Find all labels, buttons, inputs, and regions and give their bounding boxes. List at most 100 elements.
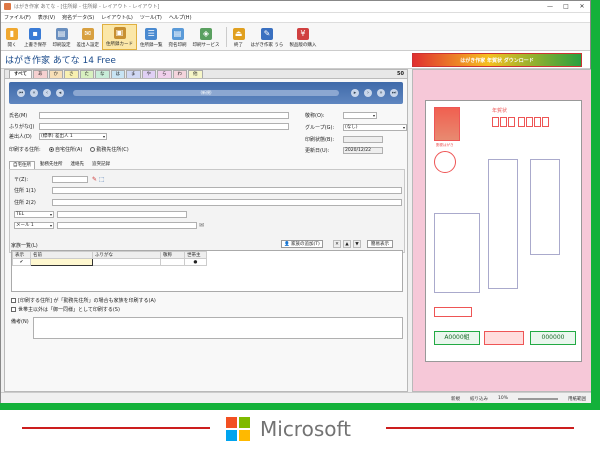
print-settings-button[interactable]: ▤ 印刷設定	[50, 24, 74, 50]
address-print-button[interactable]: ▤ 宛名印刷	[166, 24, 190, 50]
index-tab-all[interactable]: すべて	[9, 70, 33, 78]
furigana-field[interactable]	[39, 123, 289, 130]
index-tab-other[interactable]: 他	[188, 70, 203, 78]
simple-view-button[interactable]: 簡易表示	[367, 240, 393, 248]
honorific-select[interactable]	[343, 112, 377, 119]
hagaki-ura-button[interactable]: ✎ はがき作家 うら	[248, 24, 287, 50]
nav-last-icon[interactable]: ⏭	[390, 89, 398, 97]
tab-home-address[interactable]: 自宅住所	[9, 161, 35, 169]
address1-label: 住所 1(1)	[14, 188, 36, 194]
col-show: 表示	[12, 251, 31, 259]
address2-field[interactable]	[52, 199, 402, 206]
index-tab-ha[interactable]: は	[110, 70, 126, 78]
menu-view[interactable]: 表示(V)	[38, 14, 55, 21]
move-up-icon[interactable]: ▲	[343, 240, 351, 248]
home-address-radio[interactable]	[49, 147, 54, 152]
menu-layout[interactable]: レイアウト(L)	[101, 14, 133, 21]
updated-row: 更新日(U): 2020/12/22	[305, 147, 383, 154]
paper-range[interactable]: 用紙範囲	[568, 396, 586, 402]
family-honorific-cell[interactable]	[160, 258, 185, 266]
zip-search-icon[interactable]: ✎	[92, 176, 97, 183]
index-tab-ta[interactable]: た	[79, 70, 95, 78]
index-tab-ma[interactable]: ま	[126, 70, 141, 78]
add-family-button[interactable]: 👤 家族の追加(T)	[281, 240, 323, 248]
nav-back-icon[interactable]: ◂	[56, 89, 64, 97]
nav-prev-page-icon[interactable]: «	[30, 89, 38, 97]
show-check-icon[interactable]: ✔	[12, 258, 31, 266]
index-tab-wa[interactable]: わ	[172, 70, 188, 78]
print-family-checkbox[interactable]	[11, 298, 16, 303]
tab-contacts[interactable]: 連絡先	[68, 161, 88, 169]
ad-banner[interactable]: はがき作家 年賀状 ダウンロード	[412, 53, 582, 67]
name-label: 氏名(M)	[9, 113, 28, 119]
family-name-cell[interactable]	[30, 258, 93, 266]
family-furigana-cell[interactable]	[92, 258, 161, 266]
sender-row: 差出人(D) (標準) 差出人 1	[9, 133, 107, 140]
group-select[interactable]: (なし)	[343, 124, 407, 131]
green-border-bottom	[0, 403, 600, 410]
name-field[interactable]	[39, 112, 289, 119]
green-border-right	[591, 0, 600, 410]
menu-help[interactable]: ヘルプ(H)	[169, 14, 192, 21]
sender-zip-boxes	[434, 307, 472, 317]
sender-settings-button[interactable]: ✉ 差出人設定	[74, 24, 103, 50]
tel-field[interactable]	[57, 211, 187, 218]
householder-radio-icon[interactable]: ●	[184, 258, 207, 266]
address-tabs: 自宅住所 勤務先住所 連絡先 追突記録	[9, 161, 115, 169]
notes-field[interactable]	[33, 317, 403, 339]
index-tab-ka[interactable]: か	[48, 70, 64, 78]
nav-next-icon[interactable]: ›	[364, 89, 372, 97]
address-list-button[interactable]: ☰ 住所録一覧	[137, 24, 166, 50]
address2-row: 住所 2(2)	[14, 199, 402, 206]
save-button[interactable]: ▪ 上書き保存	[21, 24, 50, 50]
menu-address-data[interactable]: 宛名データ(S)	[62, 14, 94, 21]
work-address-radio[interactable]	[90, 147, 96, 152]
address1-field[interactable]	[52, 187, 402, 194]
purchase-button[interactable]: ¥ 製品版の購入	[286, 24, 319, 50]
maximize-button[interactable]: □	[558, 3, 574, 10]
delete-family-icon[interactable]: ✕	[333, 240, 341, 248]
close-button[interactable]: ✕	[574, 3, 590, 10]
tab-history[interactable]: 追突記録	[89, 161, 113, 169]
tel-type-select[interactable]: TEL	[14, 211, 54, 218]
index-tab-a[interactable]: あ	[33, 70, 48, 78]
mail-field[interactable]	[57, 222, 197, 229]
index-tab-na[interactable]: な	[95, 70, 110, 78]
goichidou-checkbox[interactable]	[11, 307, 16, 312]
menu-file[interactable]: ファイル(F)	[4, 14, 31, 21]
open-button[interactable]: ▮ 開く	[3, 24, 21, 50]
name-area	[530, 159, 560, 255]
nav-prev-icon[interactable]: ‹	[43, 89, 51, 97]
minimize-button[interactable]: —	[542, 3, 558, 10]
address-card-pane: すべて あ か さ た な は ま や ら わ 他 50 ⏮ « ‹ ◂ (新規…	[4, 69, 408, 392]
exit-button[interactable]: ⏏ 終了	[230, 24, 248, 50]
lottery-number: 000000	[530, 331, 576, 345]
index-tab-ya[interactable]: や	[141, 70, 157, 78]
red-divider-left	[22, 427, 210, 429]
address-card-button[interactable]: ▣ 住所録カード	[102, 24, 137, 50]
col-name: 名前	[30, 251, 93, 259]
zip-boxes	[492, 117, 549, 127]
sender-select[interactable]: (標準) 差出人 1	[39, 133, 107, 140]
menu-tools[interactable]: ツール(T)	[140, 14, 162, 21]
zoom-slider[interactable]	[518, 397, 558, 400]
print-service-button[interactable]: ◈ 印刷サービス	[190, 24, 223, 50]
map-icon[interactable]: ⬚	[99, 176, 105, 183]
name-row: 氏名(M)	[9, 112, 289, 119]
nav-slider[interactable]: (新規)	[73, 90, 339, 96]
nav-forward-icon[interactable]: ▸	[351, 89, 359, 97]
zoom-level[interactable]: 10%	[498, 396, 508, 401]
index-tab-sa[interactable]: さ	[64, 70, 79, 78]
tab-work-address[interactable]: 勤務先住所	[37, 161, 66, 169]
updated-field: 2020/12/22	[343, 147, 383, 154]
zip-field[interactable]	[52, 176, 88, 183]
print-address-row: 印刷する住所: 自宅住所(A) 勤務先住所(C)	[9, 147, 129, 153]
mail-send-icon[interactable]: ✉	[199, 222, 204, 229]
mail-type-select[interactable]: メール 1	[14, 222, 54, 229]
notes-label: 備考(N)	[11, 319, 29, 325]
nav-next-page-icon[interactable]: »	[377, 89, 385, 97]
index-tab-ra[interactable]: ら	[157, 70, 172, 78]
move-down-icon[interactable]: ▼	[353, 240, 361, 248]
nav-first-icon[interactable]: ⏮	[17, 89, 25, 97]
sender-label: 差出人(D)	[9, 134, 32, 140]
